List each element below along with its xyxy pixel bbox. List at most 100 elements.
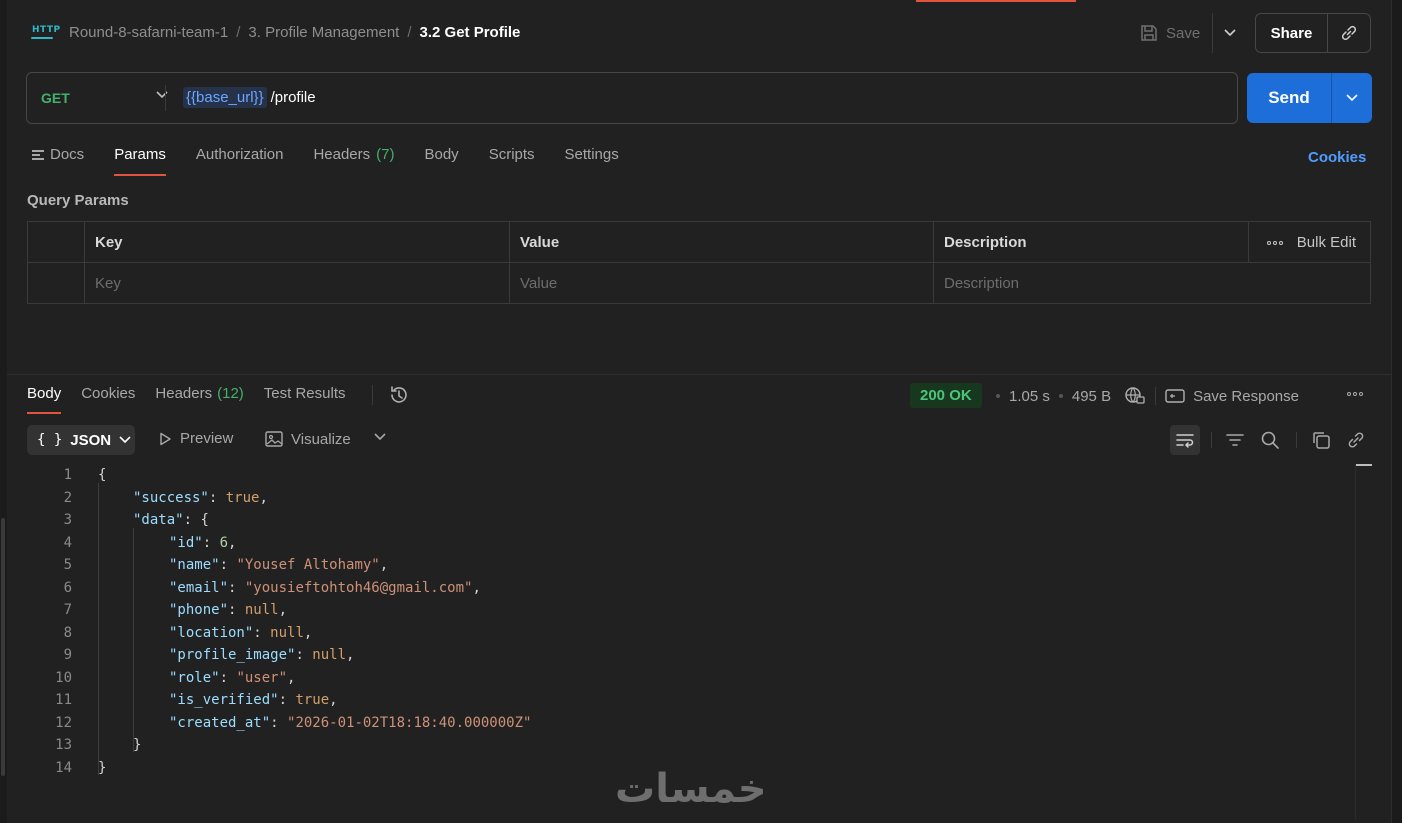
more-options-icon[interactable]	[1347, 392, 1363, 396]
response-body-code[interactable]: 1{ 2 "success": true, 3 "data": { 4 "id": 6…	[27, 464, 1357, 779]
breadcrumb-separator: /	[407, 24, 412, 41]
format-label: JSON	[70, 431, 112, 449]
filter-icon[interactable]	[1225, 430, 1245, 450]
code-scrollbar[interactable]	[1355, 464, 1356, 819]
save-button[interactable]: Save	[1140, 20, 1200, 46]
watermark-logo: خمسات	[615, 766, 767, 812]
bulk-edit-button[interactable]: Bulk Edit	[1266, 222, 1356, 263]
left-scrollbar-thumb[interactable]	[1, 518, 5, 776]
params-value-header: Value	[509, 222, 933, 263]
network-globe-icon[interactable]	[1124, 386, 1146, 406]
breadcrumb-separator: /	[236, 24, 241, 41]
link-icon[interactable]	[1346, 430, 1366, 450]
active-tab-indicator	[916, 0, 1076, 2]
save-options-button[interactable]	[1212, 13, 1246, 53]
preview-button[interactable]: Preview	[158, 430, 233, 447]
line-number: 12	[55, 714, 72, 731]
tab-settings[interactable]: Settings	[565, 146, 619, 176]
line-number: 7	[63, 602, 72, 618]
send-options-button[interactable]	[1332, 73, 1372, 123]
line-number: 6	[63, 579, 72, 596]
tab-params[interactable]: Params	[114, 146, 166, 176]
status-badge[interactable]: 200 OK	[910, 383, 982, 408]
wrap-lines-icon	[1176, 434, 1194, 448]
search-icon[interactable]	[1260, 430, 1280, 450]
url-divider	[165, 85, 166, 111]
code-text: }	[98, 759, 107, 776]
send-button[interactable]: Send	[1247, 73, 1332, 123]
tab-headers-label: Headers	[313, 146, 371, 163]
tab-docs-label: Docs	[50, 146, 85, 163]
method-select[interactable]: GET	[41, 90, 70, 106]
cookies-link[interactable]: Cookies	[1308, 149, 1366, 166]
line-number: 4	[63, 534, 72, 551]
chevron-down-icon[interactable]	[156, 91, 168, 99]
code-text: "location": null,	[169, 624, 313, 641]
tab-response-cookies[interactable]: Cookies	[81, 385, 135, 415]
history-icon[interactable]	[388, 384, 410, 406]
params-empty-row: Key Value Description	[28, 263, 1370, 304]
code-text: }	[133, 737, 142, 753]
tab-headers[interactable]: Headers (7)	[313, 146, 394, 176]
chevron-down-icon	[119, 436, 131, 444]
tab-response-body[interactable]: Body	[27, 385, 62, 415]
chevron-down-icon[interactable]	[374, 433, 386, 441]
url-path: /profile	[270, 89, 316, 106]
tab-scripts[interactable]: Scripts	[489, 146, 535, 176]
line-number: 3	[63, 512, 72, 528]
breadcrumb-request[interactable]: 3.2 Get Profile	[420, 24, 521, 41]
code-text: "created_at": "2026-01-02T18:18:40.00000…	[169, 714, 532, 731]
params-checkbox-cell	[28, 263, 84, 304]
params-description-header: Description	[933, 222, 1248, 263]
code-line: 8 "location": null,	[27, 622, 1357, 645]
docs-icon	[32, 150, 44, 160]
left-scrollbar[interactable]	[0, 0, 7, 823]
toolbar-separator	[1296, 432, 1297, 448]
tab-body[interactable]: Body	[424, 146, 458, 176]
response-meta: 1.05 s 495 B Save Response	[996, 386, 1299, 406]
image-icon	[265, 431, 283, 447]
wrap-lines-button[interactable]	[1170, 425, 1200, 455]
tab-docs[interactable]: Docs	[32, 146, 84, 176]
preview-label: Preview	[180, 430, 234, 447]
http-icon-label: HTTP	[32, 25, 61, 35]
url-input[interactable]: {{base_url}} /profile	[183, 87, 316, 108]
format-select[interactable]: { } JSON	[27, 425, 135, 455]
line-number: 5	[63, 557, 72, 573]
tab-response-headers[interactable]: Headers (12)	[155, 385, 243, 415]
breadcrumb-collection[interactable]: Round-8-safarni-team-1	[69, 24, 228, 41]
code-line: 9 "profile_image": null,	[27, 644, 1357, 667]
code-scrollbar-thumb[interactable]	[1356, 464, 1372, 466]
code-text: "profile_image": null,	[169, 647, 355, 663]
code-text: "phone": null,	[169, 602, 288, 618]
right-scrollbar[interactable]	[1391, 0, 1402, 823]
copy-icon[interactable]	[1311, 430, 1331, 450]
visualize-button[interactable]: Visualize	[265, 430, 351, 448]
save-response-button[interactable]: Save Response	[1165, 388, 1299, 405]
save-label: Save	[1166, 24, 1201, 42]
breadcrumb: Round-8-safarni-team-1 / 3. Profile Mana…	[69, 24, 520, 41]
meta-dot	[996, 394, 1000, 398]
save-icon	[1141, 25, 1157, 41]
visualize-label: Visualize	[291, 430, 351, 448]
url-variable[interactable]: {{base_url}}	[183, 87, 267, 108]
query-params-table: Key Value Description Bulk Edit Key Valu…	[27, 221, 1371, 304]
copy-link-button[interactable]	[1328, 14, 1370, 52]
code-text: {	[98, 467, 107, 483]
code-text: "success": true,	[133, 489, 268, 506]
breadcrumb-folder[interactable]: 3. Profile Management	[248, 24, 399, 41]
share-button[interactable]: Share	[1256, 14, 1328, 52]
param-description-input[interactable]: Description	[933, 263, 1371, 304]
more-options-icon[interactable]	[1266, 240, 1283, 245]
param-value-input[interactable]: Value	[509, 263, 933, 304]
tab-test-results[interactable]: Test Results	[264, 385, 346, 415]
tab-response-headers-label: Headers	[155, 385, 213, 402]
param-key-input[interactable]: Key	[84, 263, 509, 304]
play-icon	[160, 432, 171, 445]
line-number: 11	[55, 692, 72, 708]
response-time[interactable]: 1.05 s	[1009, 388, 1050, 405]
panel-resize-divider[interactable]	[7, 374, 1391, 375]
tab-authorization[interactable]: Authorization	[196, 146, 284, 176]
response-size[interactable]: 495 B	[1072, 388, 1111, 405]
line-number: 13	[55, 737, 72, 753]
